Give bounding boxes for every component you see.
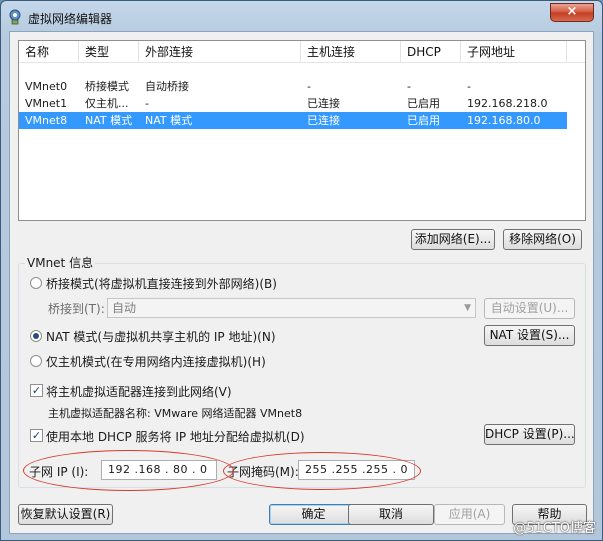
cell-name: VMnet1 <box>25 97 68 110</box>
table-row[interactable]: VMnet0 桥接模式 自动桥接 - - - <box>19 78 567 95</box>
remove-network-button[interactable]: 移除网络(O) <box>503 229 582 250</box>
virtual-network-editor-window: 虚拟网络编辑器 × 名称 类型 外部连接 主机连接 DHCP 子网地址 VMne… <box>0 0 603 541</box>
cell-type: NAT 模式 <box>85 114 133 127</box>
cell-name: VMnet0 <box>25 80 68 93</box>
connect-adapter-label[interactable]: 将主机虚拟适配器连接到此网络(V) <box>46 383 232 400</box>
column-header-name[interactable]: 名称 <box>19 41 79 63</box>
cell-dhcp: - <box>407 80 411 93</box>
network-list[interactable]: 名称 类型 外部连接 主机连接 DHCP 子网地址 VMnet0 桥接模式 自动… <box>18 40 586 221</box>
bridge-mode-label[interactable]: 桥接模式(将虚拟机直接连接到外部网络)(B) <box>46 275 277 292</box>
list-header: 名称 类型 外部连接 主机连接 DHCP 子网地址 <box>19 41 585 63</box>
cell-external: 自动桥接 <box>145 80 189 93</box>
subnet-ip-input[interactable]: 192 .168 . 80 . 0 <box>101 460 217 480</box>
cell-host: 已连接 <box>307 114 340 127</box>
ok-button[interactable]: 确定 <box>269 504 358 525</box>
cancel-button[interactable]: 取消 <box>348 504 434 525</box>
subnet-mask-label: 子网掩码(M): <box>227 465 299 479</box>
apply-button[interactable]: 应用(A) <box>434 504 505 525</box>
bridge-to-value: 自动 <box>112 301 137 315</box>
auto-settings-button[interactable]: 自动设置(U)... <box>484 298 575 319</box>
host-only-label[interactable]: 仅主机模式(在专用网络内连接虚拟机)(H) <box>46 353 266 370</box>
subnet-ip-label: 子网 IP (I): <box>29 465 89 479</box>
cell-type: 仅主机... <box>85 97 129 110</box>
nat-settings-button[interactable]: NAT 设置(S)... <box>484 325 575 346</box>
connect-adapter-checkbox[interactable]: ✓ <box>30 384 43 397</box>
cell-name: VMnet8 <box>25 114 68 127</box>
cell-type: 桥接模式 <box>85 80 129 93</box>
cell-subnet: 192.168.80.0 <box>467 114 541 127</box>
vmware-app-icon <box>9 9 21 25</box>
column-header-type[interactable]: 类型 <box>79 41 139 63</box>
column-header-subnet[interactable]: 子网地址 <box>461 41 567 63</box>
chevron-down-icon: ▼ <box>464 303 471 313</box>
cell-external: NAT 模式 <box>145 114 193 127</box>
column-header-external[interactable]: 外部连接 <box>139 41 301 63</box>
column-header-dhcp[interactable]: DHCP <box>401 41 461 63</box>
nat-mode-label[interactable]: NAT 模式(与虚拟机共享主机的 IP 地址)(N) <box>46 328 276 345</box>
cell-host: - <box>307 80 311 93</box>
bridge-mode-radio[interactable] <box>30 277 42 289</box>
add-network-button[interactable]: 添加网络(E)... <box>411 229 495 250</box>
bridge-to-select[interactable]: 自动 ▼ <box>107 298 476 318</box>
bridge-to-label: 桥接到(T): <box>48 302 105 316</box>
cell-dhcp: 已启用 <box>407 114 440 127</box>
cell-dhcp: 已启用 <box>407 97 440 110</box>
use-dhcp-label[interactable]: 使用本地 DHCP 服务将 IP 地址分配给虚拟机(D) <box>46 428 305 445</box>
table-row-selected[interactable]: VMnet8 NAT 模式 NAT 模式 已连接 已启用 192.168.80.… <box>19 112 567 129</box>
close-button[interactable]: × <box>550 3 594 22</box>
group-title: VMnet 信息 <box>25 254 96 271</box>
table-row[interactable]: VMnet1 仅主机... - 已连接 已启用 192.168.218.0 <box>19 95 567 112</box>
cell-subnet: - <box>467 80 471 93</box>
watermark-text: @51CTO博客 <box>513 521 596 536</box>
adapter-name-text: 主机虚拟适配器名称: VMware 网络适配器 VMnet8 <box>48 407 303 420</box>
column-header-host[interactable]: 主机连接 <box>301 41 401 63</box>
cell-subnet: 192.168.218.0 <box>467 97 548 110</box>
nat-mode-radio[interactable] <box>30 330 42 342</box>
window-title: 虚拟网络编辑器 <box>28 12 113 26</box>
host-only-radio[interactable] <box>30 355 42 367</box>
subnet-mask-input[interactable]: 255 .255 .255 . 0 <box>298 460 415 480</box>
title-bar[interactable]: 虚拟网络编辑器 × <box>1 1 602 31</box>
dialog-body: 名称 类型 外部连接 主机连接 DHCP 子网地址 VMnet0 桥接模式 自动… <box>9 31 594 534</box>
dhcp-settings-button[interactable]: DHCP 设置(P)... <box>484 424 575 445</box>
cell-host: 已连接 <box>307 97 340 110</box>
cell-external: - <box>145 97 149 110</box>
restore-defaults-button[interactable]: 恢复默认设置(R) <box>18 504 113 525</box>
use-dhcp-checkbox[interactable]: ✓ <box>30 429 43 442</box>
vmnet-info-group <box>18 263 586 488</box>
